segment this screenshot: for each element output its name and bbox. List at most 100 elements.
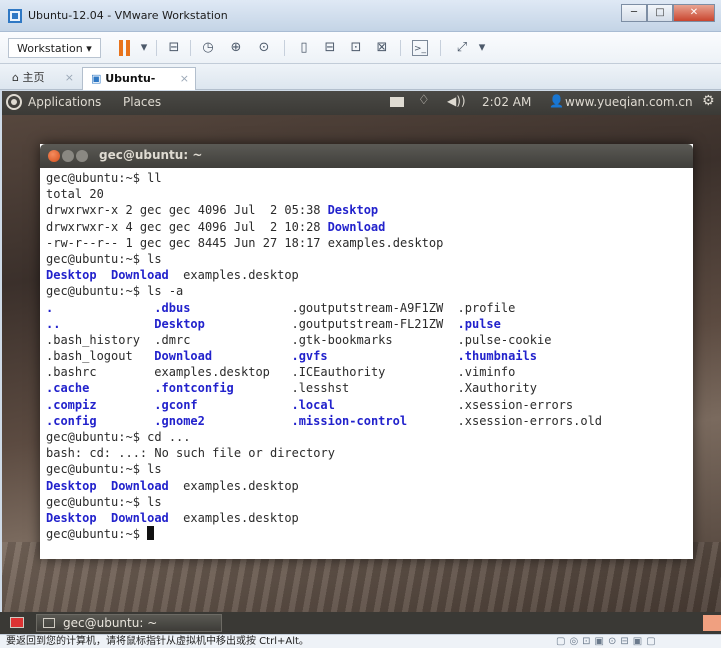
minimize-icon[interactable] — [62, 150, 74, 162]
terminal-dir-entry: Download — [110, 510, 169, 525]
tab-label: 主页 — [22, 71, 45, 84]
device-status-icons[interactable]: ▢◎⊡▣⊙⊟▣▢ — [556, 635, 660, 648]
terminal-text: gec@ubuntu:~$ cd ... — [46, 430, 191, 444]
gear-icon[interactable]: ⚙ — [702, 93, 715, 109]
terminal-line: . .dbus .goutputstream-A9F1ZW .profile — [46, 300, 686, 316]
guest-desktop[interactable]: Applications Places ♢ ◀)) 2:02 AM 👤 www.… — [2, 91, 721, 612]
terminal-text: .pulse-cookie — [457, 332, 552, 347]
terminal-text: gec@ubuntu:~$ — [46, 527, 148, 542]
taskbar-item-terminal[interactable]: gec@ubuntu: ~ — [36, 614, 222, 632]
tab-home[interactable]: ⌂ 主页 × — [4, 67, 80, 90]
terminal-dir-entry: Desktop — [46, 510, 97, 525]
thumbnail-view-icon[interactable]: ⊟ — [322, 40, 338, 56]
chevron-down-icon[interactable]: ▾ — [474, 40, 490, 56]
terminal-cursor — [147, 526, 155, 542]
status-message: 要返回到您的计算机，请将鼠标指针从虚拟机中移出或按 Ctrl+Alt。 — [6, 636, 309, 647]
toolbar-separator — [190, 40, 191, 56]
terminal-text: drwxrwxr-x 2 gec gec 4096 Jul 2 05:38 — [46, 203, 328, 218]
close-button[interactable]: ✕ — [673, 4, 715, 22]
stretch-icon[interactable]: ⤢ — [454, 40, 470, 56]
network-icon[interactable]: ♢ — [418, 93, 430, 108]
show-desktop-icon[interactable] — [10, 617, 24, 628]
terminal-text: .gtk-bookmarks — [291, 332, 393, 347]
close-icon[interactable] — [48, 150, 60, 162]
workspace-switcher-icon[interactable] — [703, 615, 721, 631]
terminal-line: .bash_logout Download .gvfs .thumbnails — [46, 348, 686, 364]
volume-icon[interactable]: ◀)) — [447, 94, 466, 108]
console-icon[interactable]: >_ — [412, 40, 428, 56]
workstation-menu-button[interactable]: Workstation ▾ — [8, 38, 101, 58]
terminal-window[interactable]: gec@ubuntu: ~ gec@ubuntu:~$ ll total 20 dr… — [40, 144, 693, 559]
close-icon[interactable]: × — [180, 68, 189, 90]
revert-snapshot-icon[interactable]: ⊕ — [228, 40, 244, 56]
terminal-dir-entry: .thumbnails — [457, 349, 538, 364]
terminal-text: bash: cd: ...: No such file or directory — [46, 446, 335, 461]
taskbar-item-label: gec@ubuntu: ~ — [63, 616, 158, 630]
terminal-dir-entry: .mission-control — [291, 413, 408, 428]
terminal-dir-entry: .fontconfig — [154, 381, 234, 396]
terminal-line: .cache .fontconfig .lesshst .Xauthority — [46, 380, 686, 396]
terminal-text: drwxrwxr-x 4 gec gec 4096 Jul 2 10:28 — [46, 219, 328, 234]
terminal-line: Desktop Download examples.desktop — [46, 478, 686, 494]
terminal-dir-entry: .pulse — [457, 316, 501, 331]
places-menu[interactable]: Places — [123, 95, 161, 109]
terminal-dir-entry: Desktop — [327, 203, 379, 218]
terminal-dir-entry: .. — [46, 316, 61, 331]
pause-icon[interactable] — [118, 40, 132, 56]
terminal-text: examples.desktop — [183, 478, 299, 493]
window-controls: ─ □ ✕ — [621, 4, 715, 24]
terminal-text: .xsession-errors — [457, 397, 574, 412]
fullscreen-icon[interactable]: ⊡ — [348, 40, 364, 56]
terminal-line: bash: cd: ...: No such file or directory — [46, 445, 686, 461]
vmware-statusbar: 要返回到您的计算机，请将鼠标指针从虚拟机中移出或按 Ctrl+Alt。 ▢◎⊡▣… — [0, 634, 721, 648]
manage-snapshots-icon[interactable]: ⊙ — [256, 40, 272, 56]
terminal-text: .bash_logout — [46, 349, 133, 364]
ubuntu-logo-icon[interactable] — [6, 94, 22, 110]
terminal-dir-entry: .dbus — [154, 300, 191, 315]
snapshot-icon[interactable]: ◷ — [200, 40, 216, 56]
applications-menu[interactable]: Applications — [28, 95, 101, 109]
terminal-text: examples.desktop — [154, 365, 270, 380]
mail-icon[interactable] — [390, 97, 404, 107]
terminal-line: .. Desktop .goutputstream-FL21ZW .pulse — [46, 316, 686, 332]
library-view-icon[interactable]: ▯ — [296, 40, 312, 56]
send-keys-icon[interactable]: ⊟ — [166, 40, 182, 56]
ubuntu-top-panel: Applications Places ♢ ◀)) 2:02 AM 👤 www.… — [2, 91, 721, 115]
terminal-output[interactable]: gec@ubuntu:~$ ll total 20 drwxrwxr-x 2 gec… — [46, 170, 686, 542]
toolbar-separator — [284, 40, 285, 56]
terminal-line: drwxrwxr-x 4 gec gec 4096 Jul 2 10:28 Do… — [46, 219, 686, 235]
terminal-text: gec@ubuntu:~$ ls — [46, 251, 162, 266]
window-title: Ubuntu-12.04 - VMware Workstation — [28, 9, 228, 22]
terminal-line: gec@ubuntu:~$ ls — [46, 494, 686, 510]
terminal-text: .goutputstream-A9F1ZW — [291, 300, 444, 315]
terminal-line: drwxrwxr-x 2 gec gec 4096 Jul 2 05:38 De… — [46, 202, 686, 218]
terminal-dir-entry: Desktop — [46, 268, 97, 283]
close-icon[interactable]: × — [65, 67, 74, 89]
terminal-dir-entry: Desktop — [154, 316, 205, 331]
terminal-line: .bash_history .dmrc .gtk-bookmarks .pulse-c… — [46, 332, 686, 348]
terminal-text: examples.desktop — [183, 510, 299, 525]
maximize-icon[interactable] — [76, 150, 88, 162]
unity-icon[interactable]: ⊠ — [374, 40, 390, 56]
terminal-dir-entry: Desktop — [46, 478, 97, 493]
vmware-titlebar: Ubuntu-12.04 - VMware Workstation ─ □ ✕ — [0, 0, 721, 32]
terminal-text: gec@ubuntu:~$ ls — [46, 494, 162, 509]
toolbar-separator — [440, 40, 441, 56]
home-icon: ⌂ — [12, 71, 19, 84]
terminal-text: .ICEauthority — [291, 365, 386, 380]
terminal-text: gec@ubuntu:~$ ll — [46, 171, 162, 185]
terminal-dir-entry: .compiz — [46, 397, 97, 412]
vmware-app-icon — [8, 9, 22, 23]
user-menu[interactable]: www.yueqian.com.cn — [565, 95, 693, 109]
maximize-button[interactable]: □ — [647, 4, 673, 22]
minimize-button[interactable]: ─ — [621, 4, 647, 22]
clock[interactable]: 2:02 AM — [482, 95, 531, 109]
tab-ubuntu[interactable]: ▣ Ubuntu-12.04 × — [82, 67, 196, 107]
terminal-line: gec@ubuntu:~$ ll — [46, 170, 686, 186]
chevron-down-icon[interactable]: ▾ — [136, 40, 152, 56]
terminal-titlebar[interactable]: gec@ubuntu: ~ — [40, 144, 693, 168]
terminal-line: gec@ubuntu:~$ ls -a — [46, 283, 686, 299]
terminal-line: gec@ubuntu:~$ ls — [46, 461, 686, 477]
terminal-dir-entry: .config — [46, 413, 97, 428]
toolbar-separator — [156, 40, 157, 56]
